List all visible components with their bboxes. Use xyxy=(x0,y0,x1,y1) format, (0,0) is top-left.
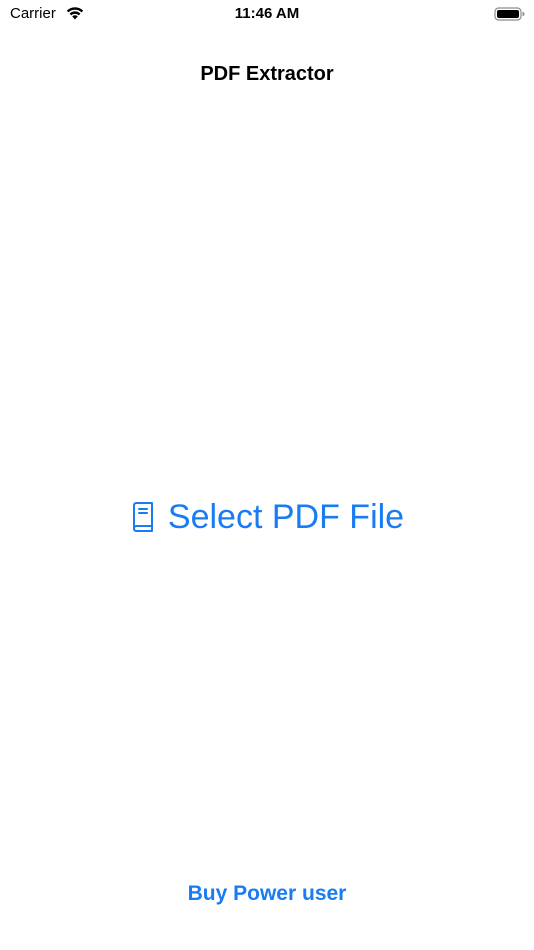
select-pdf-button-content: Select PDF File xyxy=(130,498,404,537)
status-bar: Carrier 11:46 AM xyxy=(0,0,534,30)
nav-title: PDF Extractor xyxy=(200,63,334,85)
select-pdf-label: Select PDF File xyxy=(167,497,405,536)
app-screen: Carrier 11:46 AM PDF Extractor Select PD… xyxy=(0,0,534,950)
book-icon xyxy=(132,502,153,532)
buy-power-user-button[interactable]: Buy Power user xyxy=(0,882,534,906)
status-time: 11:46 AM xyxy=(234,5,300,22)
select-pdf-button[interactable]: Select PDF File xyxy=(0,495,534,539)
battery-icon xyxy=(494,7,525,21)
